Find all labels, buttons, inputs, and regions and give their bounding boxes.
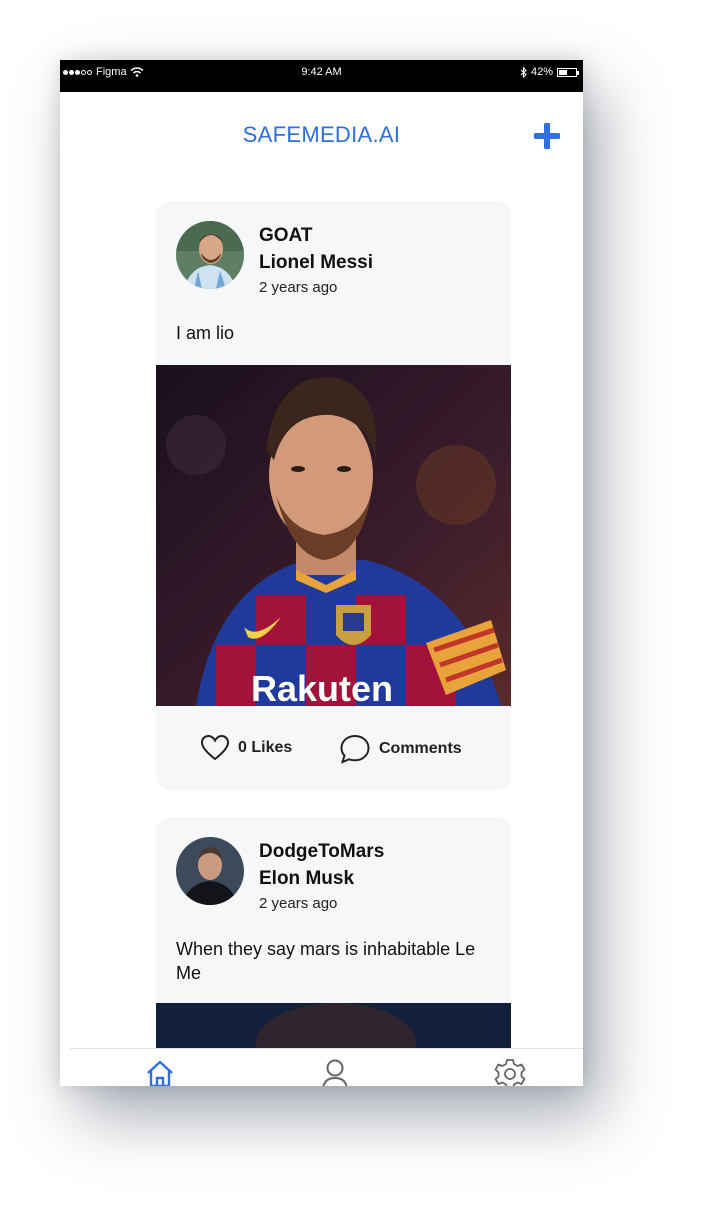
add-post-button[interactable] (531, 120, 563, 152)
post-feed[interactable]: GOAT Lionel Messi 2 years ago I am lio R… (60, 182, 583, 1048)
post-photo (156, 1003, 511, 1048)
app-header: SAFEMEDIA.AI (60, 92, 583, 182)
heart-icon (200, 734, 230, 761)
phone-screen: Figma 9:42 AM 42% SAFEMEDIA.AI GOAT Lion… (60, 60, 583, 1086)
app-title: SAFEMEDIA.AI (242, 122, 401, 147)
post-image[interactable] (156, 1003, 511, 1048)
comments-button[interactable]: Comments (339, 734, 462, 764)
likes-count-label: 0 Likes (238, 739, 293, 756)
post-image[interactable]: Rakuten (156, 365, 511, 706)
status-right: 42% (520, 66, 579, 78)
post-handle: DodgeToMars (259, 841, 385, 862)
shirt-sponsor-text: Rakuten (251, 668, 393, 706)
post-handle: GOAT (259, 225, 313, 246)
comments-label: Comments (379, 740, 462, 757)
post-card: GOAT Lionel Messi 2 years ago I am lio R… (156, 201, 511, 790)
post-author-name: Lionel Messi (259, 252, 374, 273)
avatar-image (176, 837, 244, 905)
post-card: DodgeToMars Elon Musk 2 years ago When t… (156, 817, 511, 1048)
like-button[interactable]: 0 Likes (200, 734, 292, 762)
post-text: When they say mars is inhabitable Le Me (176, 939, 476, 983)
status-bar: Figma 9:42 AM 42% (60, 60, 583, 92)
post-text: I am lio (176, 323, 235, 343)
avatar[interactable] (176, 221, 244, 289)
bottom-tab-bar (70, 1048, 583, 1086)
bluetooth-icon (520, 66, 527, 78)
settings-icon[interactable] (493, 1057, 527, 1086)
avatar[interactable] (176, 837, 244, 905)
post-timestamp: 2 years ago (259, 279, 338, 296)
post-timestamp: 2 years ago (259, 895, 338, 912)
post-photo: Rakuten (156, 365, 511, 706)
profile-icon[interactable] (318, 1057, 352, 1086)
post-actions: 0 Likes Comments (156, 706, 511, 790)
status-time: 9:42 AM (301, 66, 342, 78)
post-author-name: Elon Musk (259, 868, 355, 889)
home-icon[interactable] (143, 1057, 177, 1086)
comment-bubble-icon (340, 734, 370, 764)
avatar-image (176, 221, 244, 289)
battery-icon (557, 67, 579, 77)
battery-percent: 42% (530, 66, 553, 78)
